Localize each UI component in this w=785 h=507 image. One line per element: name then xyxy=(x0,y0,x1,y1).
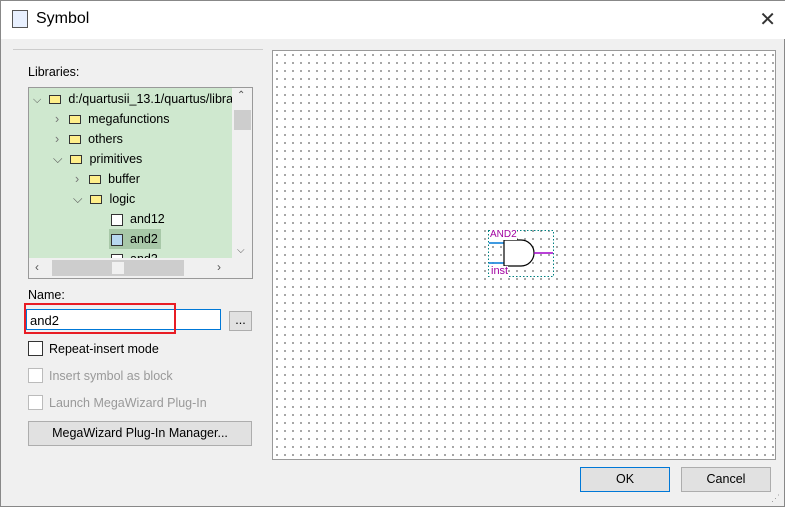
tree-item-and12[interactable]: and12 xyxy=(111,209,165,229)
folder-open-icon xyxy=(49,95,62,105)
tree-item-others[interactable]: › others xyxy=(55,129,123,149)
tree-item-label: d:/quartusii_13.1/quartus/libraries/ xyxy=(68,92,232,106)
and2-symbol xyxy=(488,230,554,277)
symbol-preview: AND2 inst xyxy=(272,50,776,460)
tree-item-primitives[interactable]: ⌵ primitives xyxy=(53,149,142,169)
tree-item-and3[interactable]: and3 xyxy=(111,249,158,258)
launch-megawizard-label: Launch MegaWizard Plug-In xyxy=(49,396,207,410)
scroll-thumb[interactable] xyxy=(234,110,251,130)
folder-icon xyxy=(89,175,102,185)
app-icon xyxy=(12,10,28,28)
tree-item-megafunctions[interactable]: › megafunctions xyxy=(55,109,169,129)
scroll-up-icon[interactable]: ⌃ xyxy=(237,90,245,101)
and-gate-shape xyxy=(503,239,535,267)
chevron-down-icon[interactable]: ⌵ xyxy=(33,94,41,106)
divider xyxy=(13,49,263,50)
ok-button[interactable]: OK xyxy=(580,467,670,492)
symbol-icon xyxy=(111,233,123,246)
scroll-down-icon[interactable]: ⌵ xyxy=(237,245,245,256)
libraries-label: Libraries: xyxy=(28,65,80,79)
vertical-scrollbar[interactable]: ⌃ ⌵ xyxy=(232,88,252,258)
cancel-button[interactable]: Cancel xyxy=(681,467,771,492)
megawizard-manager-button[interactable]: MegaWizard Plug-In Manager... xyxy=(28,421,252,446)
folder-open-icon xyxy=(90,195,103,205)
highlight-box xyxy=(24,303,176,334)
chevron-right-icon[interactable]: › xyxy=(55,112,59,126)
chevron-down-icon[interactable]: ⌵ xyxy=(73,192,82,206)
folder-icon xyxy=(69,115,82,125)
folder-icon xyxy=(69,135,82,145)
tree-item-label: and12 xyxy=(130,212,165,226)
instance-name: inst xyxy=(491,265,509,277)
scroll-left-icon[interactable]: ‹ xyxy=(35,260,39,274)
scroll-right-icon[interactable]: › xyxy=(217,260,221,274)
tree-item-label: others xyxy=(88,132,123,146)
name-label: Name: xyxy=(28,288,65,302)
tree-item-root[interactable]: ⌵ d:/quartusii_13.1/quartus/libraries/ xyxy=(33,89,232,109)
scroll-thumb[interactable] xyxy=(112,262,124,274)
symbol-icon xyxy=(111,213,123,226)
chevron-down-icon[interactable]: ⌵ xyxy=(53,152,62,166)
resize-grip-icon[interactable]: ⋰ xyxy=(771,493,780,504)
tree-item-label: and2 xyxy=(130,232,158,246)
chevron-right-icon[interactable]: › xyxy=(55,132,59,146)
tree-item-label: logic xyxy=(109,192,136,206)
tree-item-label: primitives xyxy=(89,152,143,166)
close-icon[interactable]: ✕ xyxy=(759,7,776,32)
chevron-right-icon[interactable]: › xyxy=(75,172,79,186)
repeat-insert-label: Repeat-insert mode xyxy=(49,342,159,356)
insert-as-block-checkbox[interactable] xyxy=(28,368,43,383)
repeat-insert-checkbox[interactable] xyxy=(28,341,43,356)
folder-open-icon xyxy=(70,155,83,165)
horizontal-scrollbar[interactable]: ‹ › xyxy=(29,258,252,278)
title-bar: Symbol ✕ xyxy=(1,1,785,39)
insert-as-block-label: Insert symbol as block xyxy=(49,369,173,383)
tree-item-buffer[interactable]: › buffer xyxy=(75,169,140,189)
symbol-name: AND2 xyxy=(490,229,517,240)
tree-item-label: buffer xyxy=(108,172,140,186)
window-title: Symbol xyxy=(36,10,90,27)
library-tree[interactable]: ⌵ d:/quartusii_13.1/quartus/libraries/ › m… xyxy=(28,87,253,279)
launch-megawizard-checkbox[interactable] xyxy=(28,395,43,410)
tree-item-and2[interactable]: and2 xyxy=(109,229,161,249)
browse-button[interactable]: ... xyxy=(229,311,252,331)
scroll-track[interactable] xyxy=(52,260,184,276)
tree-item-logic[interactable]: ⌵ logic xyxy=(73,189,135,209)
tree-item-label: megafunctions xyxy=(88,112,170,126)
